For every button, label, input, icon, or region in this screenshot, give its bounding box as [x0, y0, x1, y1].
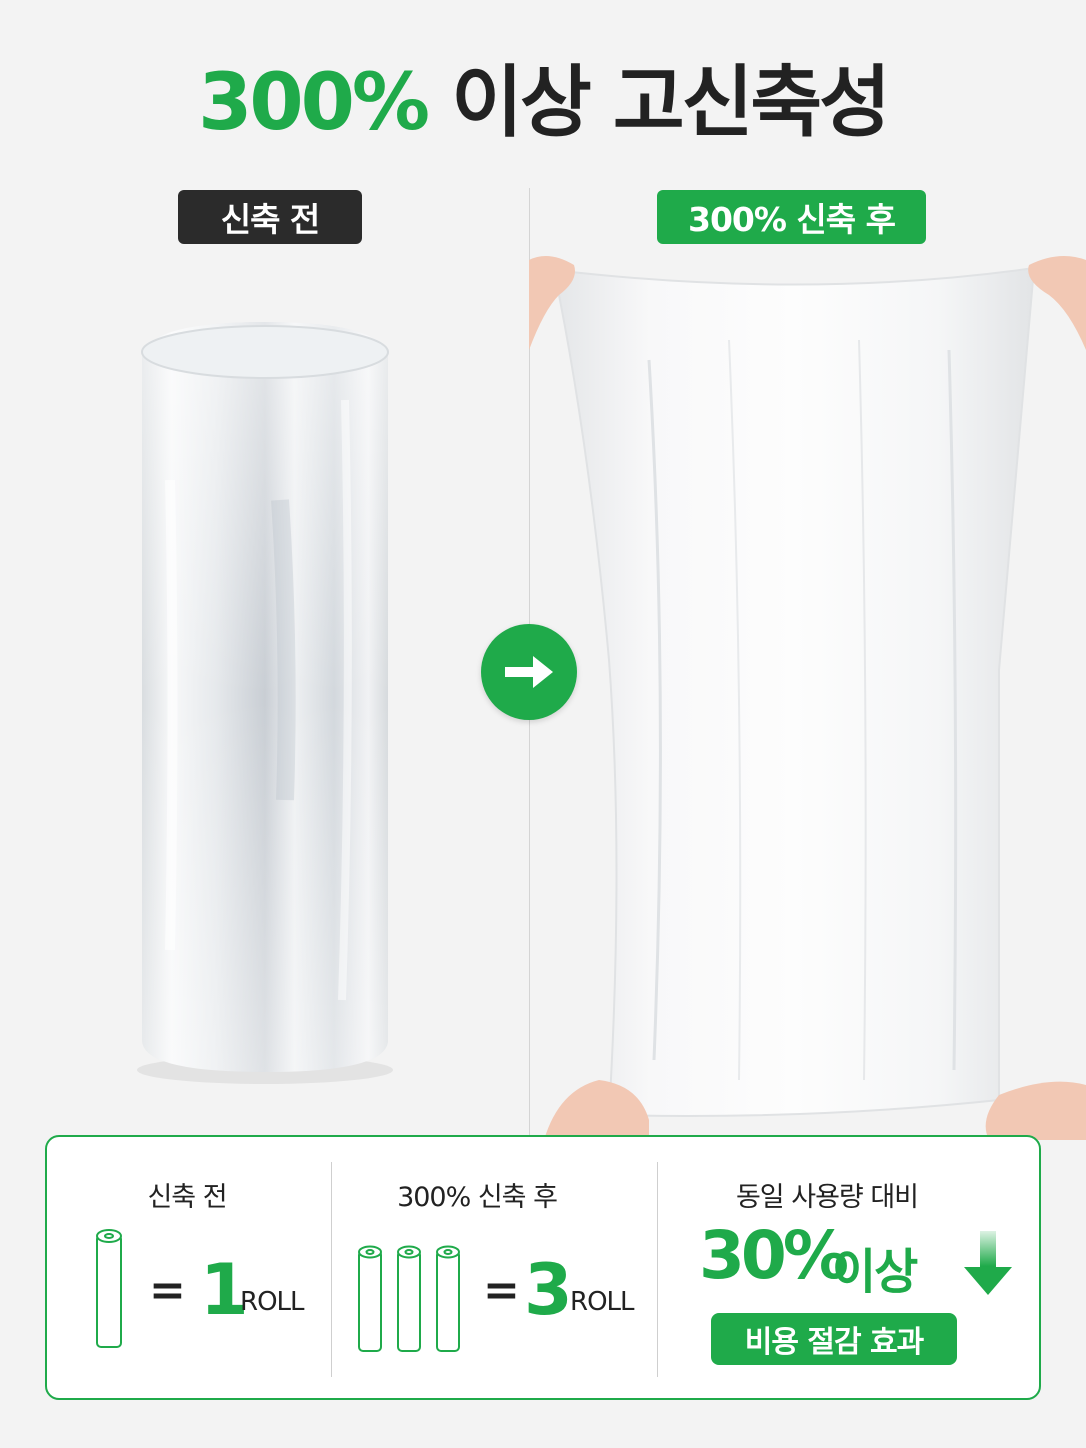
column-divider: [331, 1162, 332, 1377]
col1-label: 신축 전: [147, 1182, 227, 1213]
roll-icon: [358, 1245, 460, 1352]
col2-value: 3: [524, 1249, 573, 1331]
col2-label: 300% 신축 후: [397, 1182, 558, 1213]
roll-icon: [96, 1229, 122, 1348]
arrow-right-icon: [505, 656, 553, 688]
cost-saving-badge: 비용 절감 효과: [711, 1313, 957, 1365]
comparison-box: 신축 전 = 1 ROLL 300% 신축 후 = 3 ROLL 동일 사용량 …: [45, 1135, 1041, 1400]
saving-percent-suffix: 이상: [832, 1244, 918, 1300]
before-badge: 신축 전: [178, 190, 362, 244]
after-badge: 300% 신축 후: [657, 190, 926, 244]
equals-sign: =: [483, 1265, 520, 1316]
column-divider: [657, 1162, 658, 1377]
stretched-film-photo: [529, 256, 1086, 1140]
col1-unit: ROLL: [240, 1287, 305, 1317]
col2-unit: ROLL: [570, 1287, 635, 1317]
headline: 300% 이상 고신축성: [0, 40, 1086, 152]
equals-sign: =: [149, 1265, 186, 1316]
headline-text: 이상 고신축성: [451, 58, 891, 148]
headline-accent: 300%: [198, 58, 430, 148]
saving-percent: 30%: [699, 1217, 849, 1294]
arrow-right-button: [481, 624, 577, 720]
film-roll-photo: [137, 322, 393, 1084]
arrow-down-icon: [964, 1231, 1012, 1295]
col1-value: 1: [200, 1249, 249, 1331]
col3-label: 동일 사용량 대비: [735, 1182, 919, 1213]
